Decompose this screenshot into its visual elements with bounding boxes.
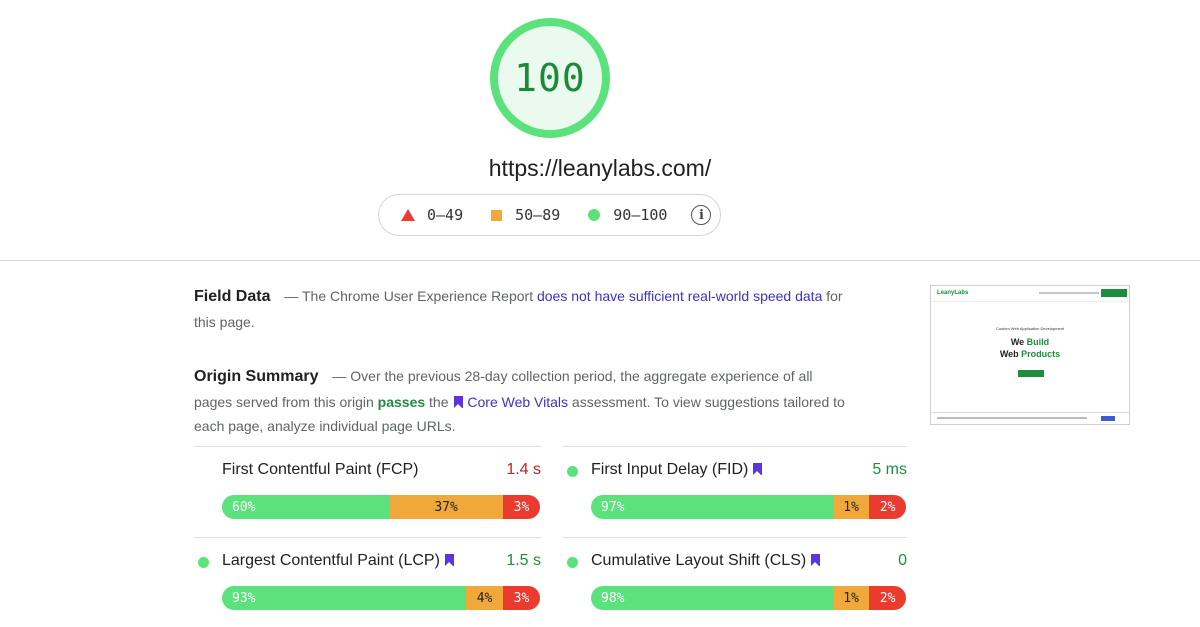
metric-value: 1.4 s <box>506 461 541 478</box>
metric-distribution-bar: 93% 4% 3% <box>222 586 540 610</box>
metric-distribution-bar: 97% 1% 2% <box>591 495 906 519</box>
field-data-heading: Field Data <box>194 288 271 305</box>
metric-name: Largest Contentful Paint (LCP) <box>222 552 458 570</box>
average-segment: 37% <box>389 495 504 519</box>
field-data-link[interactable]: does not have sufficient real-world spee… <box>537 288 822 304</box>
poor-segment: 3% <box>503 495 540 519</box>
field-data-section: Field Data — The Chrome User Experience … <box>194 284 854 334</box>
legend-poor-label: 0–49 <box>427 206 464 224</box>
metric-distribution-bar: 60% 37% 3% <box>222 495 540 519</box>
metric-name: First Input Delay (FID) <box>591 461 766 479</box>
field-data-text-before: — The Chrome User Experience Report <box>284 288 534 304</box>
section-divider <box>0 260 1200 261</box>
metric-lcp: Largest Contentful Paint (LCP) 1.5 s 93% 4%… <box>194 549 541 627</box>
good-segment: 93% <box>222 586 467 610</box>
bookmark-icon <box>811 554 821 566</box>
metric-value: 0 <box>898 552 907 569</box>
metric-distribution-bar: 98% 1% 2% <box>591 586 906 610</box>
origin-summary-status: passes <box>377 393 426 410</box>
metric-separator <box>563 446 907 447</box>
thumbnail-kicker: Custom Web Application Development <box>995 326 1065 331</box>
square-icon <box>491 209 503 221</box>
metric-name-label: Largest Contentful Paint (LCP) <box>222 552 440 569</box>
thumbnail-cookie-bar <box>931 412 1129 424</box>
score-legend: 0–49 50–89 90–100 i <box>378 194 721 236</box>
thumbnail-headline-1: We <box>1010 337 1025 347</box>
metric-fcp: First Contentful Paint (FCP) 1.4 s 60% 37% 3… <box>194 458 541 538</box>
legend-good: 90–100 <box>588 206 667 224</box>
poor-segment: 2% <box>869 586 906 610</box>
legend-average: 50–89 <box>491 206 560 224</box>
metric-name-label: First Contentful Paint (FCP) <box>222 461 419 478</box>
thumbnail-headline: We Build Web Products <box>931 336 1129 360</box>
good-segment: 60% <box>222 495 390 519</box>
metric-name-label: First Input Delay (FID) <box>591 461 749 478</box>
circle-icon <box>198 557 209 568</box>
circle-icon <box>567 557 578 568</box>
good-segment: 97% <box>591 495 833 519</box>
origin-summary-heading: Origin Summary <box>194 368 319 385</box>
page-url: https://leanylabs.com/ <box>488 155 712 181</box>
metric-name: Cumulative Layout Shift (CLS) <box>591 552 824 570</box>
thumbnail-headline-2-accent: Products <box>1021 349 1061 359</box>
square-icon <box>198 466 209 477</box>
metric-separator <box>194 446 541 447</box>
bookmark-icon <box>444 554 454 566</box>
origin-summary-text-mid: the <box>429 393 449 410</box>
average-segment: 4% <box>466 586 504 610</box>
average-segment: 1% <box>832 586 870 610</box>
thumbnail-headline-2: Web <box>999 349 1019 359</box>
legend-good-label: 90–100 <box>613 206 668 224</box>
performance-score: 100 <box>514 56 586 100</box>
core-web-vitals-link[interactable]: Core Web Vitals <box>467 394 568 410</box>
metric-name-label: Cumulative Layout Shift (CLS) <box>591 552 807 569</box>
poor-segment: 3% <box>503 586 540 610</box>
origin-summary-section: Origin Summary — Over the previous 28-da… <box>194 364 854 439</box>
metric-cls: Cumulative Layout Shift (CLS) 0 98% 1% 2% <box>563 549 907 627</box>
thumbnail-cta-button <box>1018 370 1044 377</box>
thumbnail-cookie-text <box>937 417 1087 419</box>
circle-icon <box>588 209 601 221</box>
info-icon[interactable]: i <box>691 205 712 225</box>
metric-name: First Contentful Paint (FCP) <box>222 461 419 479</box>
bookmark-icon <box>454 395 464 408</box>
thumbnail-headline-1-accent: Build <box>1026 337 1050 347</box>
metric-value: 5 ms <box>872 461 907 478</box>
average-segment: 1% <box>832 495 870 519</box>
bookmark-icon <box>753 463 763 475</box>
thumbnail-nav-button <box>1101 289 1127 297</box>
thumbnail-nav-links <box>1039 292 1099 294</box>
legend-poor: 0–49 <box>401 206 463 224</box>
legend-average-label: 50–89 <box>515 206 561 224</box>
poor-segment: 2% <box>869 495 906 519</box>
thumbnail-navbar: LeanyLabs <box>931 286 1129 302</box>
metric-fid: First Input Delay (FID) 5 ms 97% 1% 2% <box>563 458 907 538</box>
good-segment: 98% <box>591 586 833 610</box>
thumbnail-logo: LeanyLabs <box>937 290 969 296</box>
metric-value: 1.5 s <box>506 552 541 569</box>
thumbnail-cookie-button <box>1101 416 1115 421</box>
circle-icon <box>567 466 578 477</box>
page-screenshot-thumbnail[interactable]: LeanyLabs Custom Web Application Develop… <box>930 285 1130 425</box>
performance-score-gauge: 100 <box>490 18 610 138</box>
triangle-icon <box>401 209 415 221</box>
